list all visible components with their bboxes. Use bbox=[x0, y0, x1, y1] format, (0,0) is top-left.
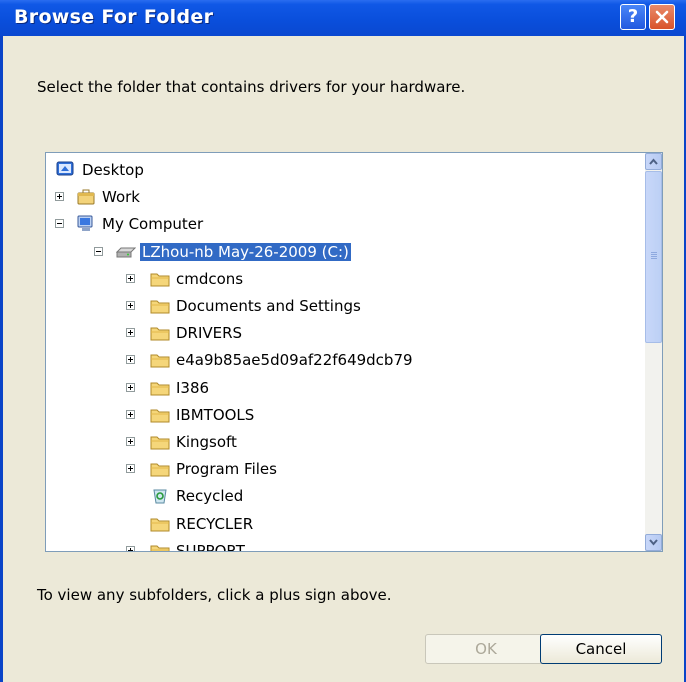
title-bar[interactable]: Browse For Folder ? bbox=[0, 0, 686, 36]
expand-plus-icon[interactable] bbox=[126, 273, 135, 283]
collapse-minus-icon[interactable] bbox=[55, 219, 64, 229]
tree-node-label[interactable]: Documents and Settings bbox=[174, 297, 363, 315]
folder-icon bbox=[150, 270, 170, 288]
grip-line bbox=[651, 252, 657, 253]
expand-plus-icon[interactable] bbox=[126, 464, 135, 474]
close-icon bbox=[655, 10, 669, 24]
folder-tree[interactable]: Desktop Work My Computer LZhou-nb May-26-20… bbox=[45, 152, 663, 552]
tree-node-label[interactable]: e4a9b85ae5d09af22f649dcb79 bbox=[174, 351, 415, 369]
computer-icon bbox=[76, 215, 96, 233]
folder-icon bbox=[150, 351, 170, 369]
scroll-thumb[interactable] bbox=[645, 171, 662, 343]
expand-plus-icon[interactable] bbox=[126, 545, 135, 551]
tree-node-label[interactable]: Kingsoft bbox=[174, 433, 239, 451]
grip-line bbox=[651, 256, 657, 257]
instruction-text: Select the folder that contains drivers … bbox=[37, 78, 466, 96]
folder-icon bbox=[150, 324, 170, 342]
expand-plus-icon[interactable] bbox=[126, 409, 135, 419]
cancel-button[interactable]: Cancel bbox=[540, 634, 662, 664]
folder-icon bbox=[150, 515, 170, 533]
tree-node-label[interactable]: LZhou-nb May-26-2009 (C:) bbox=[140, 242, 351, 261]
tree-node-label[interactable]: Recycled bbox=[174, 487, 245, 505]
chevron-down-icon bbox=[649, 539, 658, 546]
tree-node-label[interactable]: SUPPORT bbox=[174, 542, 247, 551]
close-button[interactable] bbox=[649, 4, 675, 30]
expand-plus-icon[interactable] bbox=[126, 328, 135, 338]
expand-plus-icon[interactable] bbox=[55, 192, 64, 202]
scroll-up-button[interactable] bbox=[645, 153, 662, 170]
folder-icon bbox=[150, 433, 170, 451]
tree-node-label[interactable]: DRIVERS bbox=[174, 324, 244, 342]
expand-plus-icon[interactable] bbox=[126, 301, 135, 310]
browse-for-folder-dialog: Browse For Folder ? Select the folder th… bbox=[0, 0, 686, 682]
folder-icon bbox=[150, 406, 170, 424]
tree-node-label[interactable]: I386 bbox=[174, 379, 211, 397]
tree-node-label[interactable]: RECYCLER bbox=[174, 515, 255, 533]
help-icon: ? bbox=[627, 6, 639, 27]
grip-line bbox=[651, 258, 657, 259]
folder-icon bbox=[150, 542, 170, 551]
folder-icon bbox=[150, 297, 170, 315]
recycle-bin-icon bbox=[150, 487, 170, 505]
desktop-icon bbox=[56, 161, 76, 179]
tree-node-label[interactable]: Program Files bbox=[174, 460, 279, 478]
folder-icon bbox=[150, 379, 170, 397]
briefcase-icon bbox=[76, 188, 96, 206]
tree-node-label[interactable]: IBMTOOLS bbox=[174, 406, 256, 424]
hint-text: To view any subfolders, click a plus sig… bbox=[37, 586, 392, 604]
window-title: Browse For Folder bbox=[14, 6, 214, 28]
tree-node-label[interactable]: My Computer bbox=[100, 215, 205, 233]
expand-plus-icon[interactable] bbox=[126, 437, 135, 446]
ok-button[interactable]: OK bbox=[425, 634, 547, 664]
grip-line bbox=[651, 254, 657, 255]
tree-node-label[interactable]: Desktop bbox=[80, 161, 146, 179]
expand-plus-icon[interactable] bbox=[126, 355, 135, 365]
drive-icon bbox=[115, 243, 137, 261]
folder-icon bbox=[150, 460, 170, 478]
collapse-minus-icon[interactable] bbox=[94, 246, 103, 256]
vertical-scrollbar[interactable] bbox=[645, 153, 662, 551]
chevron-up-icon bbox=[649, 158, 658, 165]
tree-node-label[interactable]: Work bbox=[100, 188, 142, 206]
expand-plus-icon[interactable] bbox=[126, 382, 135, 392]
help-button[interactable]: ? bbox=[620, 4, 646, 30]
scroll-down-button[interactable] bbox=[645, 534, 662, 551]
tree-node-label[interactable]: cmdcons bbox=[174, 270, 245, 288]
